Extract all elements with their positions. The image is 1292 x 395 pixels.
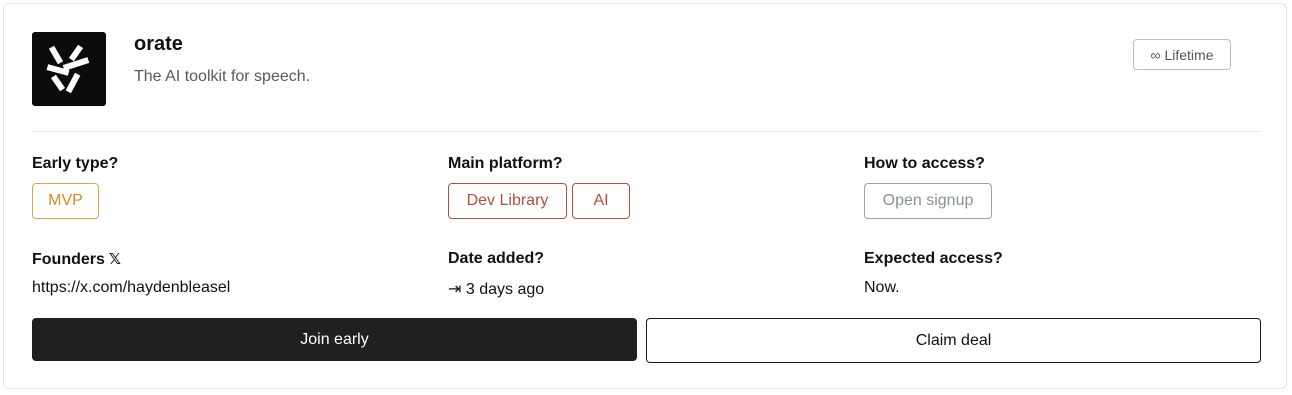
how-to-access-label: How to access? bbox=[864, 155, 985, 172]
main-platform-label: Main platform? bbox=[448, 155, 563, 172]
lifetime-badge: ∞ Lifetime bbox=[1133, 39, 1231, 70]
arrow-right-to-line-icon: ⇥ bbox=[448, 281, 462, 298]
founders-link[interactable]: https://x.com/haydenbleasel bbox=[32, 279, 230, 297]
date-added-label: Date added? bbox=[448, 250, 545, 267]
divider bbox=[32, 131, 1261, 132]
product-card: orate The AI toolkit for speech. ∞ Lifet… bbox=[3, 3, 1287, 389]
claim-deal-button[interactable]: Claim deal bbox=[646, 318, 1261, 363]
founders-label-text: Founders bbox=[32, 251, 105, 268]
expected-access-label: Expected access? bbox=[864, 250, 1003, 267]
tag-ai[interactable]: AI bbox=[572, 183, 630, 219]
founders-label: Founders 𝕏 bbox=[32, 250, 121, 269]
product-name: orate bbox=[134, 33, 183, 55]
lifetime-label: Lifetime bbox=[1164, 46, 1214, 63]
tag-open-signup[interactable]: Open signup bbox=[864, 183, 992, 219]
tag-dev-library[interactable]: Dev Library bbox=[448, 183, 567, 219]
tag-mvp[interactable]: MVP bbox=[32, 183, 99, 219]
orate-logo-icon bbox=[32, 32, 106, 106]
expected-access-value: Now. bbox=[864, 279, 900, 296]
date-added-text: 3 days ago bbox=[465, 281, 545, 298]
early-type-label: Early type? bbox=[32, 155, 119, 172]
join-early-button[interactable]: Join early bbox=[32, 318, 637, 361]
infinity-icon: ∞ bbox=[1150, 46, 1161, 63]
date-added-value: ⇥ 3 days ago bbox=[448, 279, 544, 299]
x-logo-icon[interactable]: 𝕏 bbox=[109, 251, 121, 268]
product-tagline: The AI toolkit for speech. bbox=[134, 68, 311, 85]
